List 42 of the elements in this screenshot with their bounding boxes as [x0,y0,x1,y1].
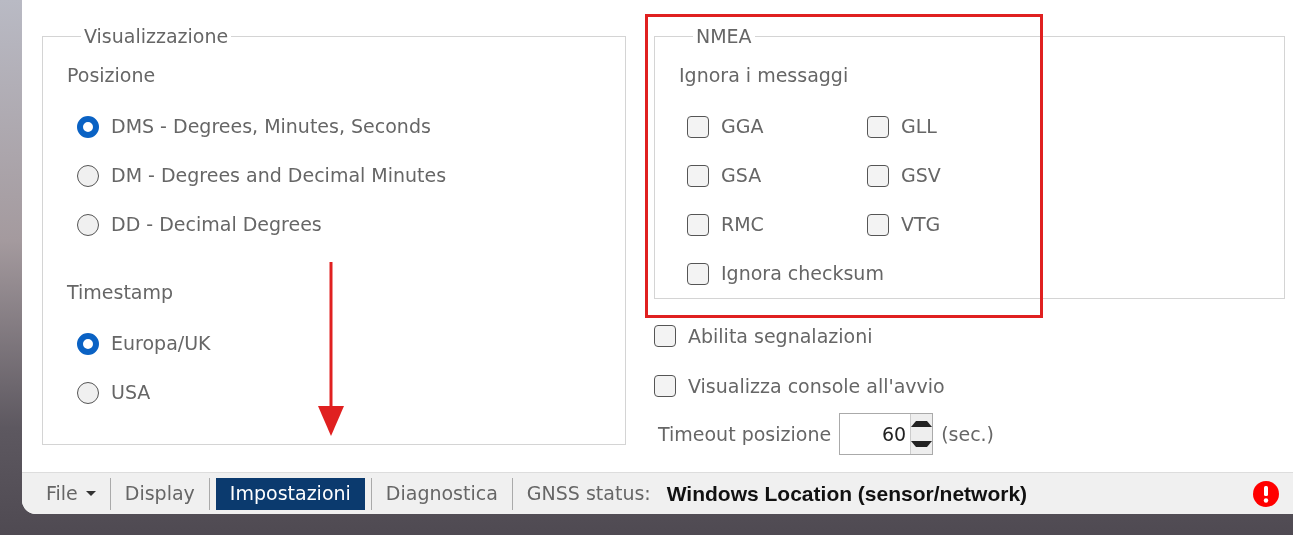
checkbox-label: Abilita segnalazioni [688,323,873,349]
checkbox[interactable] [654,325,676,347]
section-heading: Timestamp [67,279,174,305]
section-heading: Ignora i messaggi [679,62,849,88]
radio-button[interactable] [77,213,99,236]
section-heading: Posizione [67,62,156,88]
checkbox[interactable] [867,213,889,236]
radio-button[interactable] [77,115,99,138]
group-title: NMEA [695,27,753,46]
checkbox-label: GSV [901,163,941,189]
checkbox[interactable] [687,164,709,187]
radio-button[interactable] [77,332,99,355]
radio-button[interactable] [77,381,99,404]
radio-label: USA [111,380,151,406]
tab[interactable]: Display [110,477,209,510]
radio-label: DD - Decimal Degrees [111,212,322,238]
unit-label: (sec.) [941,421,995,447]
checkbox[interactable] [687,262,709,285]
status-label: GNSS status: [526,481,651,507]
radio-label: Europa/UK [111,331,211,357]
checkbox[interactable] [687,115,709,138]
status-value: Windows Location (sensor/network) [666,480,1028,507]
tab[interactable]: Diagnostica [371,477,512,510]
checkbox-label: GLL [901,114,937,140]
menu-button[interactable]: File [32,477,110,510]
checkbox-label: GGA [721,114,764,140]
checkbox-label: Visualizza console all'avvio [688,373,945,399]
radio-button[interactable] [77,164,99,187]
number-field[interactable]: 60 [839,413,934,455]
checkbox-label: GSA [721,163,762,189]
checkbox[interactable] [867,164,889,187]
group-title: Visualizzazione [83,27,230,46]
checkbox[interactable] [654,375,676,397]
checkbox-label: RMC [721,212,764,238]
radio-label: DM - Degrees and Decimal Minutes [111,163,447,189]
checkbox-label: VTG [901,212,941,238]
tab[interactable]: Impostazioni [215,477,365,510]
field-label: Timeout posizione [658,421,832,447]
checkbox-label: Ignora checksum [721,261,884,287]
radio-label: DMS - Degrees, Minutes, Seconds [111,114,431,140]
checkbox[interactable] [867,115,889,138]
checkbox[interactable] [687,213,709,236]
